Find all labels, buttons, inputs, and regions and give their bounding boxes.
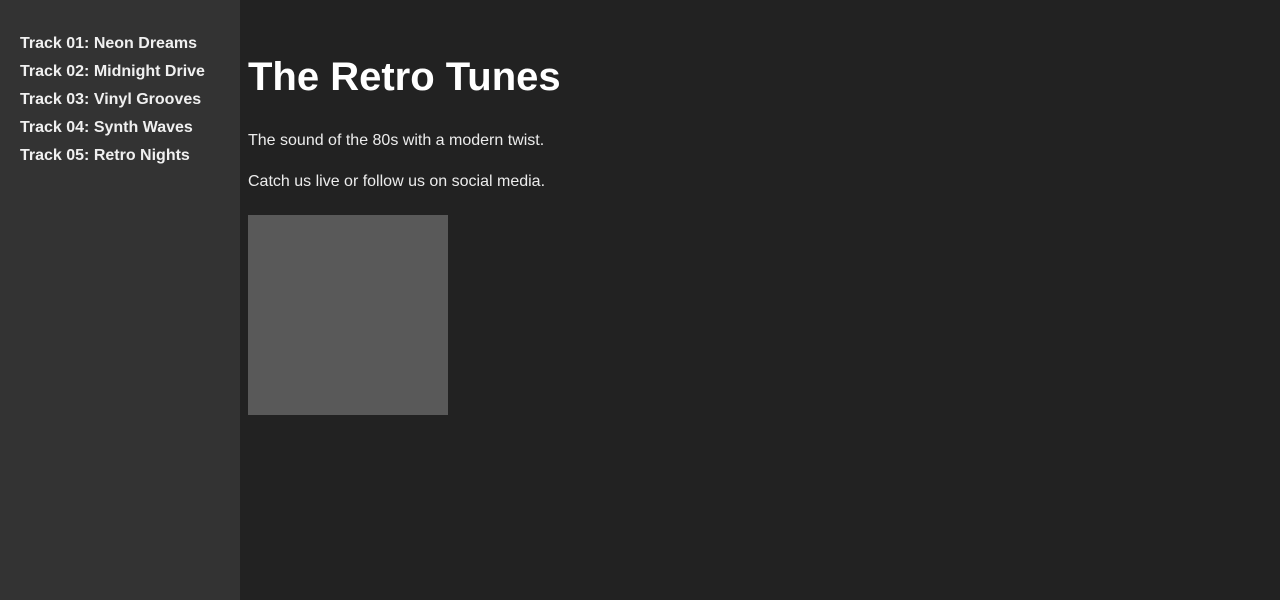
track-item-03[interactable]: Track 03: Vinyl Grooves — [20, 90, 240, 118]
band-image-placeholder — [248, 215, 448, 415]
sidebar: Track 01: Neon Dreams Track 02: Midnight… — [0, 0, 240, 600]
track-item-02[interactable]: Track 02: Midnight Drive — [20, 62, 240, 90]
track-item-04[interactable]: Track 04: Synth Waves — [20, 118, 240, 146]
track-item-05[interactable]: Track 05: Retro Nights — [20, 146, 240, 174]
tagline-text: The sound of the 80s with a modern twist… — [248, 132, 545, 149]
main-content: The Retro Tunes The sound of the 80s wit… — [240, 0, 1280, 600]
track-item-01[interactable]: Track 01: Neon Dreams — [20, 34, 240, 62]
track-list: Track 01: Neon Dreams Track 02: Midnight… — [20, 34, 240, 174]
page-title: The Retro Tunes — [248, 55, 561, 99]
social-cta-text: Catch us live or follow us on social med… — [248, 173, 546, 190]
app-layout: Track 01: Neon Dreams Track 02: Midnight… — [0, 0, 1280, 600]
